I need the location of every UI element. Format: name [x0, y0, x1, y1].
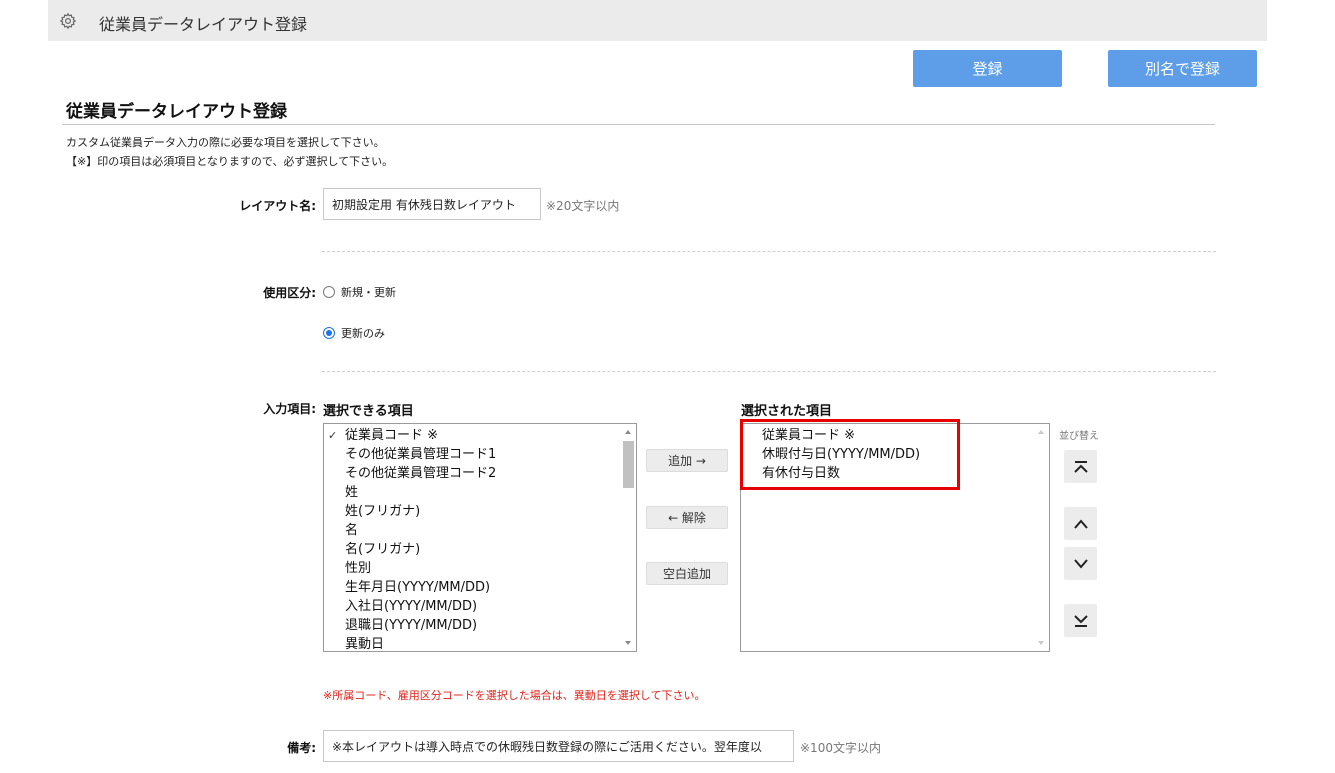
list-item-label: 性別	[345, 561, 372, 576]
list-item[interactable]: その他従業員管理コード1	[324, 445, 620, 464]
list-item[interactable]: 姓	[324, 483, 620, 502]
move-top-icon	[1073, 460, 1088, 473]
move-bottom-icon	[1073, 614, 1088, 627]
list-item[interactable]: 異動日	[324, 635, 620, 652]
chevron-up-icon	[1073, 518, 1088, 529]
scroll-down-icon[interactable]	[1038, 641, 1044, 645]
register-button[interactable]: 登録	[913, 50, 1062, 87]
usage-option-update-only[interactable]: 更新のみ	[323, 325, 385, 341]
list-item-label: 退職日(YYYY/MM/DD)	[345, 618, 478, 633]
available-items-list[interactable]: ✓ 従業員コード ※ その他従業員管理コード1 その他従業員管理コード2 姓姓(フリガナ…	[323, 423, 637, 652]
add-item-button[interactable]: 追加 →	[646, 449, 728, 472]
page-description-2: 【※】印の項目は必須項目となりますので、必ず選択して下さい。	[66, 155, 394, 168]
move-top-button[interactable]	[1064, 450, 1097, 483]
list-item-label: 姓(フリガナ)	[345, 504, 421, 519]
add-blank-button[interactable]: 空白追加	[646, 562, 728, 585]
list-item-label: その他従業員管理コード2	[345, 466, 497, 481]
input-items-label: 入力項目:	[263, 402, 316, 416]
page-description-1: カスタム従業員データ入力の際に必要な項目を選択して下さい。	[66, 136, 385, 149]
sort-label: 並び替え	[1059, 431, 1099, 442]
header-bar: 従業員データレイアウト登録	[48, 0, 1267, 41]
remarks-input[interactable]	[323, 730, 794, 762]
radio-button-selected[interactable]	[323, 327, 335, 339]
page-title: 従業員データレイアウト登録	[66, 102, 287, 122]
remarks-label: 備考:	[287, 741, 316, 755]
list-item[interactable]: 名	[324, 521, 620, 540]
selected-list-scrollbar[interactable]	[1034, 424, 1049, 651]
move-up-button[interactable]	[1064, 507, 1097, 540]
scroll-up-icon[interactable]	[625, 430, 631, 434]
notice-text: ※所属コード、雇用区分コードを選択した場合は、異動日を選択して下さい。	[323, 689, 706, 702]
usage-option-new-update[interactable]: 新規・更新	[323, 284, 396, 300]
section-divider	[322, 371, 1216, 372]
move-down-button[interactable]	[1064, 547, 1097, 580]
layout-name-label: レイアウト名:	[239, 199, 316, 213]
available-list-scrollbar[interactable]	[621, 424, 636, 651]
available-items-title: 選択できる項目	[323, 404, 414, 419]
list-item[interactable]: 姓(フリガナ)	[324, 502, 620, 521]
save-as-button[interactable]: 別名で登録	[1108, 50, 1257, 87]
scroll-thumb[interactable]	[623, 441, 634, 488]
gear-icon[interactable]	[59, 12, 77, 30]
usage-label: 使用区分:	[263, 286, 316, 300]
remove-item-button[interactable]: ← 解除	[646, 506, 728, 529]
list-item-label: 従業員コード ※	[345, 428, 439, 443]
selected-items-title: 選択された項目	[741, 404, 833, 419]
usage-option-label: 更新のみ	[341, 327, 385, 340]
chevron-down-icon	[1073, 558, 1088, 569]
list-item[interactable]: 性別	[324, 559, 620, 578]
scroll-up-icon[interactable]	[1038, 430, 1044, 434]
list-item-label: 名(フリガナ)	[345, 542, 421, 557]
list-item-label: 入社日(YYYY/MM/DD)	[345, 599, 478, 614]
list-item-label: 姓	[345, 485, 359, 500]
header-title: 従業員データレイアウト登録	[99, 15, 308, 34]
list-item[interactable]: 入社日(YYYY/MM/DD)	[324, 597, 620, 616]
list-item-label: 異動日	[345, 637, 385, 652]
highlight-box	[740, 419, 960, 490]
usage-option-label: 新規・更新	[341, 286, 396, 299]
list-item[interactable]: その他従業員管理コード2	[324, 464, 620, 483]
list-item[interactable]: 生年月日(YYYY/MM/DD)	[324, 578, 620, 597]
list-item[interactable]: ✓ 従業員コード ※	[324, 426, 620, 445]
list-item[interactable]: 退職日(YYYY/MM/DD)	[324, 616, 620, 635]
section-divider	[322, 251, 1216, 252]
list-item-label: 生年月日(YYYY/MM/DD)	[345, 580, 491, 595]
move-bottom-button[interactable]	[1064, 604, 1097, 637]
check-icon: ✓	[328, 429, 338, 442]
list-item-label: 名	[345, 523, 359, 538]
title-divider	[62, 124, 1215, 125]
list-item[interactable]: 名(フリガナ)	[324, 540, 620, 559]
layout-name-input[interactable]	[323, 188, 541, 220]
list-item-label: その他従業員管理コード1	[345, 447, 497, 462]
scroll-down-icon[interactable]	[625, 641, 631, 645]
radio-button[interactable]	[323, 286, 335, 298]
layout-name-hint: ※20文字以内	[546, 199, 620, 213]
remarks-hint: ※100文字以内	[800, 741, 881, 755]
